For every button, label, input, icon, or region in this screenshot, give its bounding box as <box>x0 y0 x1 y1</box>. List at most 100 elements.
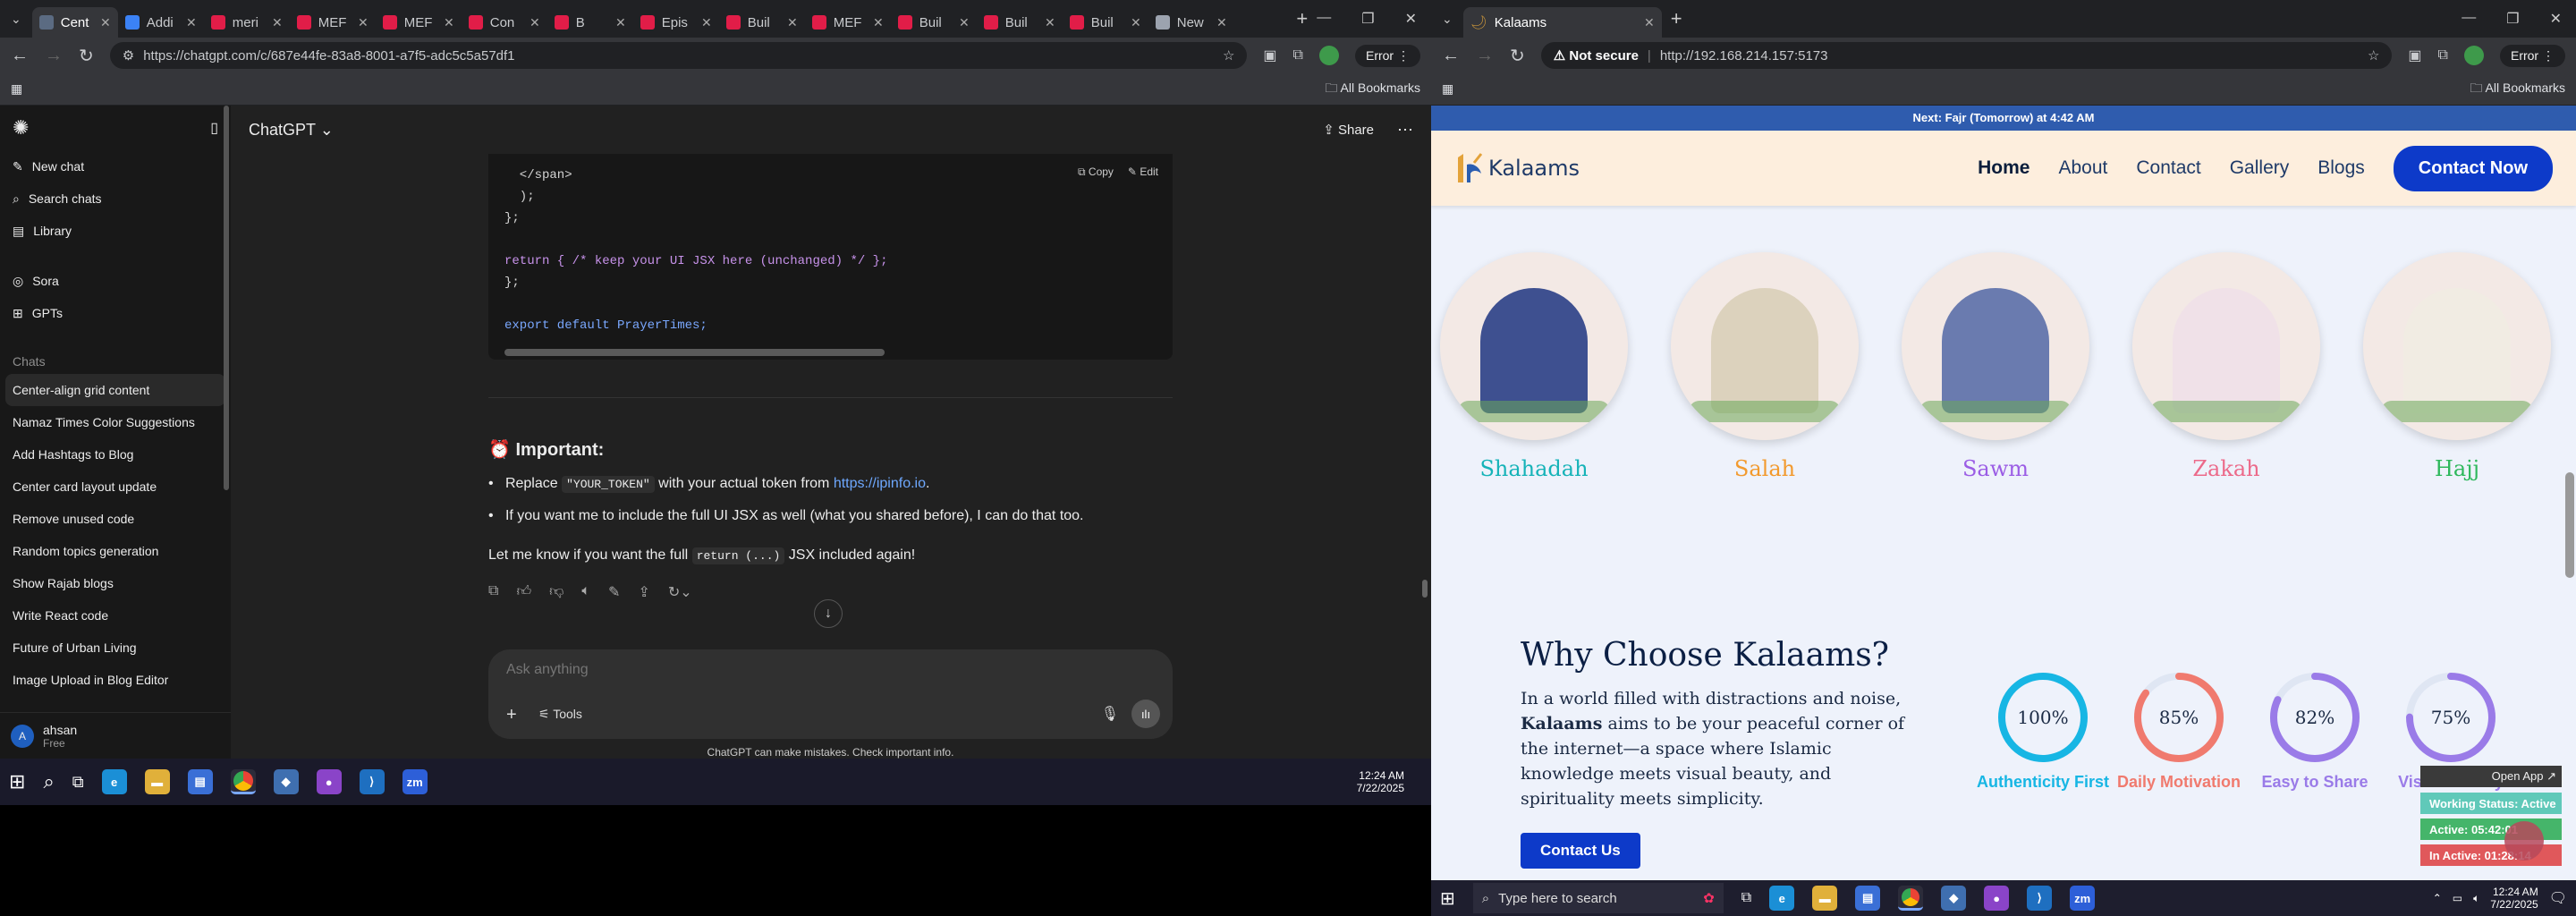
edit-code-button[interactable]: ✎ Edit <box>1128 161 1158 182</box>
sidebar-item-library[interactable]: ▤ Library <box>0 215 231 247</box>
address-bar[interactable]: ⚠ Not secure | http://192.168.214.157:51… <box>1540 42 2393 69</box>
nav-blogs[interactable]: Blogs <box>2318 157 2365 179</box>
chat-list-item[interactable]: Namaz Times Color Suggestions <box>0 406 231 438</box>
pillar-card-sawm[interactable]: Sawm <box>1902 252 2089 481</box>
close-tab-icon[interactable]: ✕ <box>272 15 283 30</box>
nav-gallery[interactable]: Gallery <box>2230 157 2290 179</box>
tab-4[interactable]: MEF ✕ <box>376 7 462 38</box>
site-info-icon[interactable]: ⚙ <box>123 47 134 64</box>
restore-icon[interactable]: ❐ <box>2506 10 2519 28</box>
close-tab-icon[interactable]: ✕ <box>1216 15 1227 30</box>
contact-now-button[interactable]: Contact Now <box>2393 145 2553 191</box>
tools-button[interactable]: ⚟ Tools <box>538 707 582 722</box>
close-tab-icon[interactable]: ✕ <box>615 15 626 30</box>
tab-search-icon[interactable]: ⌄ <box>1431 12 1463 27</box>
close-tab-icon[interactable]: ✕ <box>530 15 540 30</box>
app-icon[interactable]: ◆ <box>273 769 299 794</box>
minimize-icon[interactable]: — <box>1317 10 1331 28</box>
model-selector[interactable]: ChatGPT ⌄ <box>249 121 334 140</box>
tab-7[interactable]: Epis ✕ <box>633 7 719 38</box>
close-tab-icon[interactable]: ✕ <box>358 15 369 30</box>
reload-icon[interactable]: ↻ <box>79 45 94 67</box>
sidebar-item-sora[interactable]: ◎ Sora <box>0 265 231 297</box>
close-tab-icon[interactable]: ✕ <box>701 15 712 30</box>
openai-logo-icon[interactable]: ✺ <box>13 116 29 140</box>
close-tab-icon[interactable]: ✕ <box>1045 15 1055 30</box>
close-icon[interactable]: ✕ <box>1405 10 1417 28</box>
forward-icon[interactable]: → <box>1476 46 1494 66</box>
close-tab-icon[interactable]: ✕ <box>186 15 197 30</box>
chat-list-item[interactable]: Add Hashtags to Blog <box>0 438 231 471</box>
open-app-link[interactable]: Open App ↗ <box>2420 766 2562 787</box>
github-desktop-icon[interactable]: ● <box>316 769 342 794</box>
profile-avatar[interactable] <box>1318 46 1339 65</box>
pillar-card-hajj[interactable]: Hajj <box>2363 252 2551 481</box>
close-tab-icon[interactable]: ✕ <box>1644 15 1655 30</box>
store-icon[interactable]: ▤ <box>1855 886 1881 911</box>
copy-icon[interactable]: ⧉ <box>488 583 498 601</box>
profile-avatar[interactable] <box>2463 46 2484 65</box>
page-scrollbar[interactable] <box>2565 472 2574 578</box>
close-tab-icon[interactable]: ✕ <box>873 15 884 30</box>
volume-icon[interactable]: 🔈︎ <box>2473 892 2479 905</box>
chat-input[interactable] <box>506 662 1132 678</box>
extensions-puzzle-icon[interactable]: ⧉ <box>2438 47 2448 64</box>
regenerate-icon[interactable]: ↻⌄ <box>668 583 692 601</box>
pillar-card-shahadah[interactable]: Shahadah <box>1440 252 1628 481</box>
sidebar-item-new-chat[interactable]: ✎ New chat <box>0 150 231 182</box>
file-explorer-icon[interactable]: ▬ <box>144 769 170 794</box>
chat-list-item[interactable]: Remove unused code <box>0 503 231 535</box>
tab-10[interactable]: Buil ✕ <box>891 7 977 38</box>
nav-about[interactable]: About <box>2058 157 2107 179</box>
tab-3[interactable]: MEF ✕ <box>290 7 376 38</box>
copy-code-button[interactable]: ⧉ Copy <box>1078 161 1114 182</box>
error-button[interactable]: Error ⋮ <box>1354 44 1420 67</box>
vscode-icon[interactable]: ⟩ <box>2027 886 2053 911</box>
close-tab-icon[interactable]: ✕ <box>100 15 111 30</box>
app-icon[interactable]: ◆ <box>1941 886 1967 911</box>
chat-scrollbar[interactable] <box>1422 580 1428 598</box>
chat-list-item[interactable]: Center card layout update <box>0 471 231 503</box>
tray-chevron-icon[interactable]: ⌃ <box>2433 892 2442 904</box>
apps-grid-icon[interactable]: ▦ <box>1442 81 1453 97</box>
sidebar-item-gpts[interactable]: ⊞ GPTs <box>0 297 231 329</box>
apps-grid-icon[interactable]: ▦ <box>11 81 22 97</box>
back-icon[interactable]: ← <box>11 46 29 66</box>
avatar[interactable]: A <box>11 724 34 748</box>
tab-8[interactable]: Buil ✕ <box>719 7 805 38</box>
close-tab-icon[interactable]: ✕ <box>787 15 798 30</box>
scroll-down-button[interactable]: ↓ <box>814 599 843 628</box>
extension-icon[interactable]: ▣ <box>2408 47 2421 64</box>
not-secure-badge[interactable]: ⚠ Not secure <box>1554 47 1639 64</box>
share-icon[interactable]: ⇪ <box>638 583 649 601</box>
all-bookmarks-folder[interactable]: 🗀 All Bookmarks <box>1325 79 1420 100</box>
site-logo[interactable]: Kalaams <box>1454 150 1580 186</box>
sidebar-scrollbar[interactable] <box>224 106 229 490</box>
network-icon[interactable]: ▭ <box>2453 892 2462 904</box>
close-tab-icon[interactable]: ✕ <box>444 15 454 30</box>
new-tab-button[interactable]: + <box>1287 7 1317 30</box>
tab-5[interactable]: Con ✕ <box>462 7 547 38</box>
store-icon[interactable]: ▤ <box>187 769 213 794</box>
taskbar-search-icon[interactable]: ⌕ <box>43 770 54 793</box>
task-view-icon[interactable]: ⧉ <box>72 773 84 792</box>
close-icon[interactable]: ✕ <box>2550 10 2562 28</box>
add-attachment-icon[interactable]: + <box>506 705 517 725</box>
minimize-icon[interactable]: — <box>2462 10 2476 28</box>
tab-12[interactable]: Buil ✕ <box>1063 7 1148 38</box>
tab-kalaams[interactable]: 🌙︎ Kalaams ✕ <box>1462 7 1662 38</box>
back-icon[interactable]: ← <box>1442 46 1460 66</box>
edit-canvas-icon[interactable]: ✎ <box>608 583 620 601</box>
voice-mode-button[interactable]: ılı <box>1131 700 1160 728</box>
extension-icon[interactable]: ▣ <box>1263 47 1276 64</box>
tab-1[interactable]: Addi ✕ <box>118 7 204 38</box>
pillar-card-zakah[interactable]: Zakah <box>2132 252 2320 481</box>
all-bookmarks-folder[interactable]: 🗀 All Bookmarks <box>2470 79 2565 100</box>
share-button[interactable]: ⇪ Share <box>1323 122 1374 138</box>
chat-list-item[interactable]: Write React code <box>0 599 231 632</box>
file-explorer-icon[interactable]: ▬ <box>1812 886 1838 911</box>
chat-list-item[interactable]: Random topics generation <box>0 535 231 567</box>
chat-list-item[interactable]: Future of Urban Living <box>0 632 231 664</box>
github-desktop-icon[interactable]: ● <box>1984 886 2010 911</box>
close-tab-icon[interactable]: ✕ <box>1131 15 1141 30</box>
